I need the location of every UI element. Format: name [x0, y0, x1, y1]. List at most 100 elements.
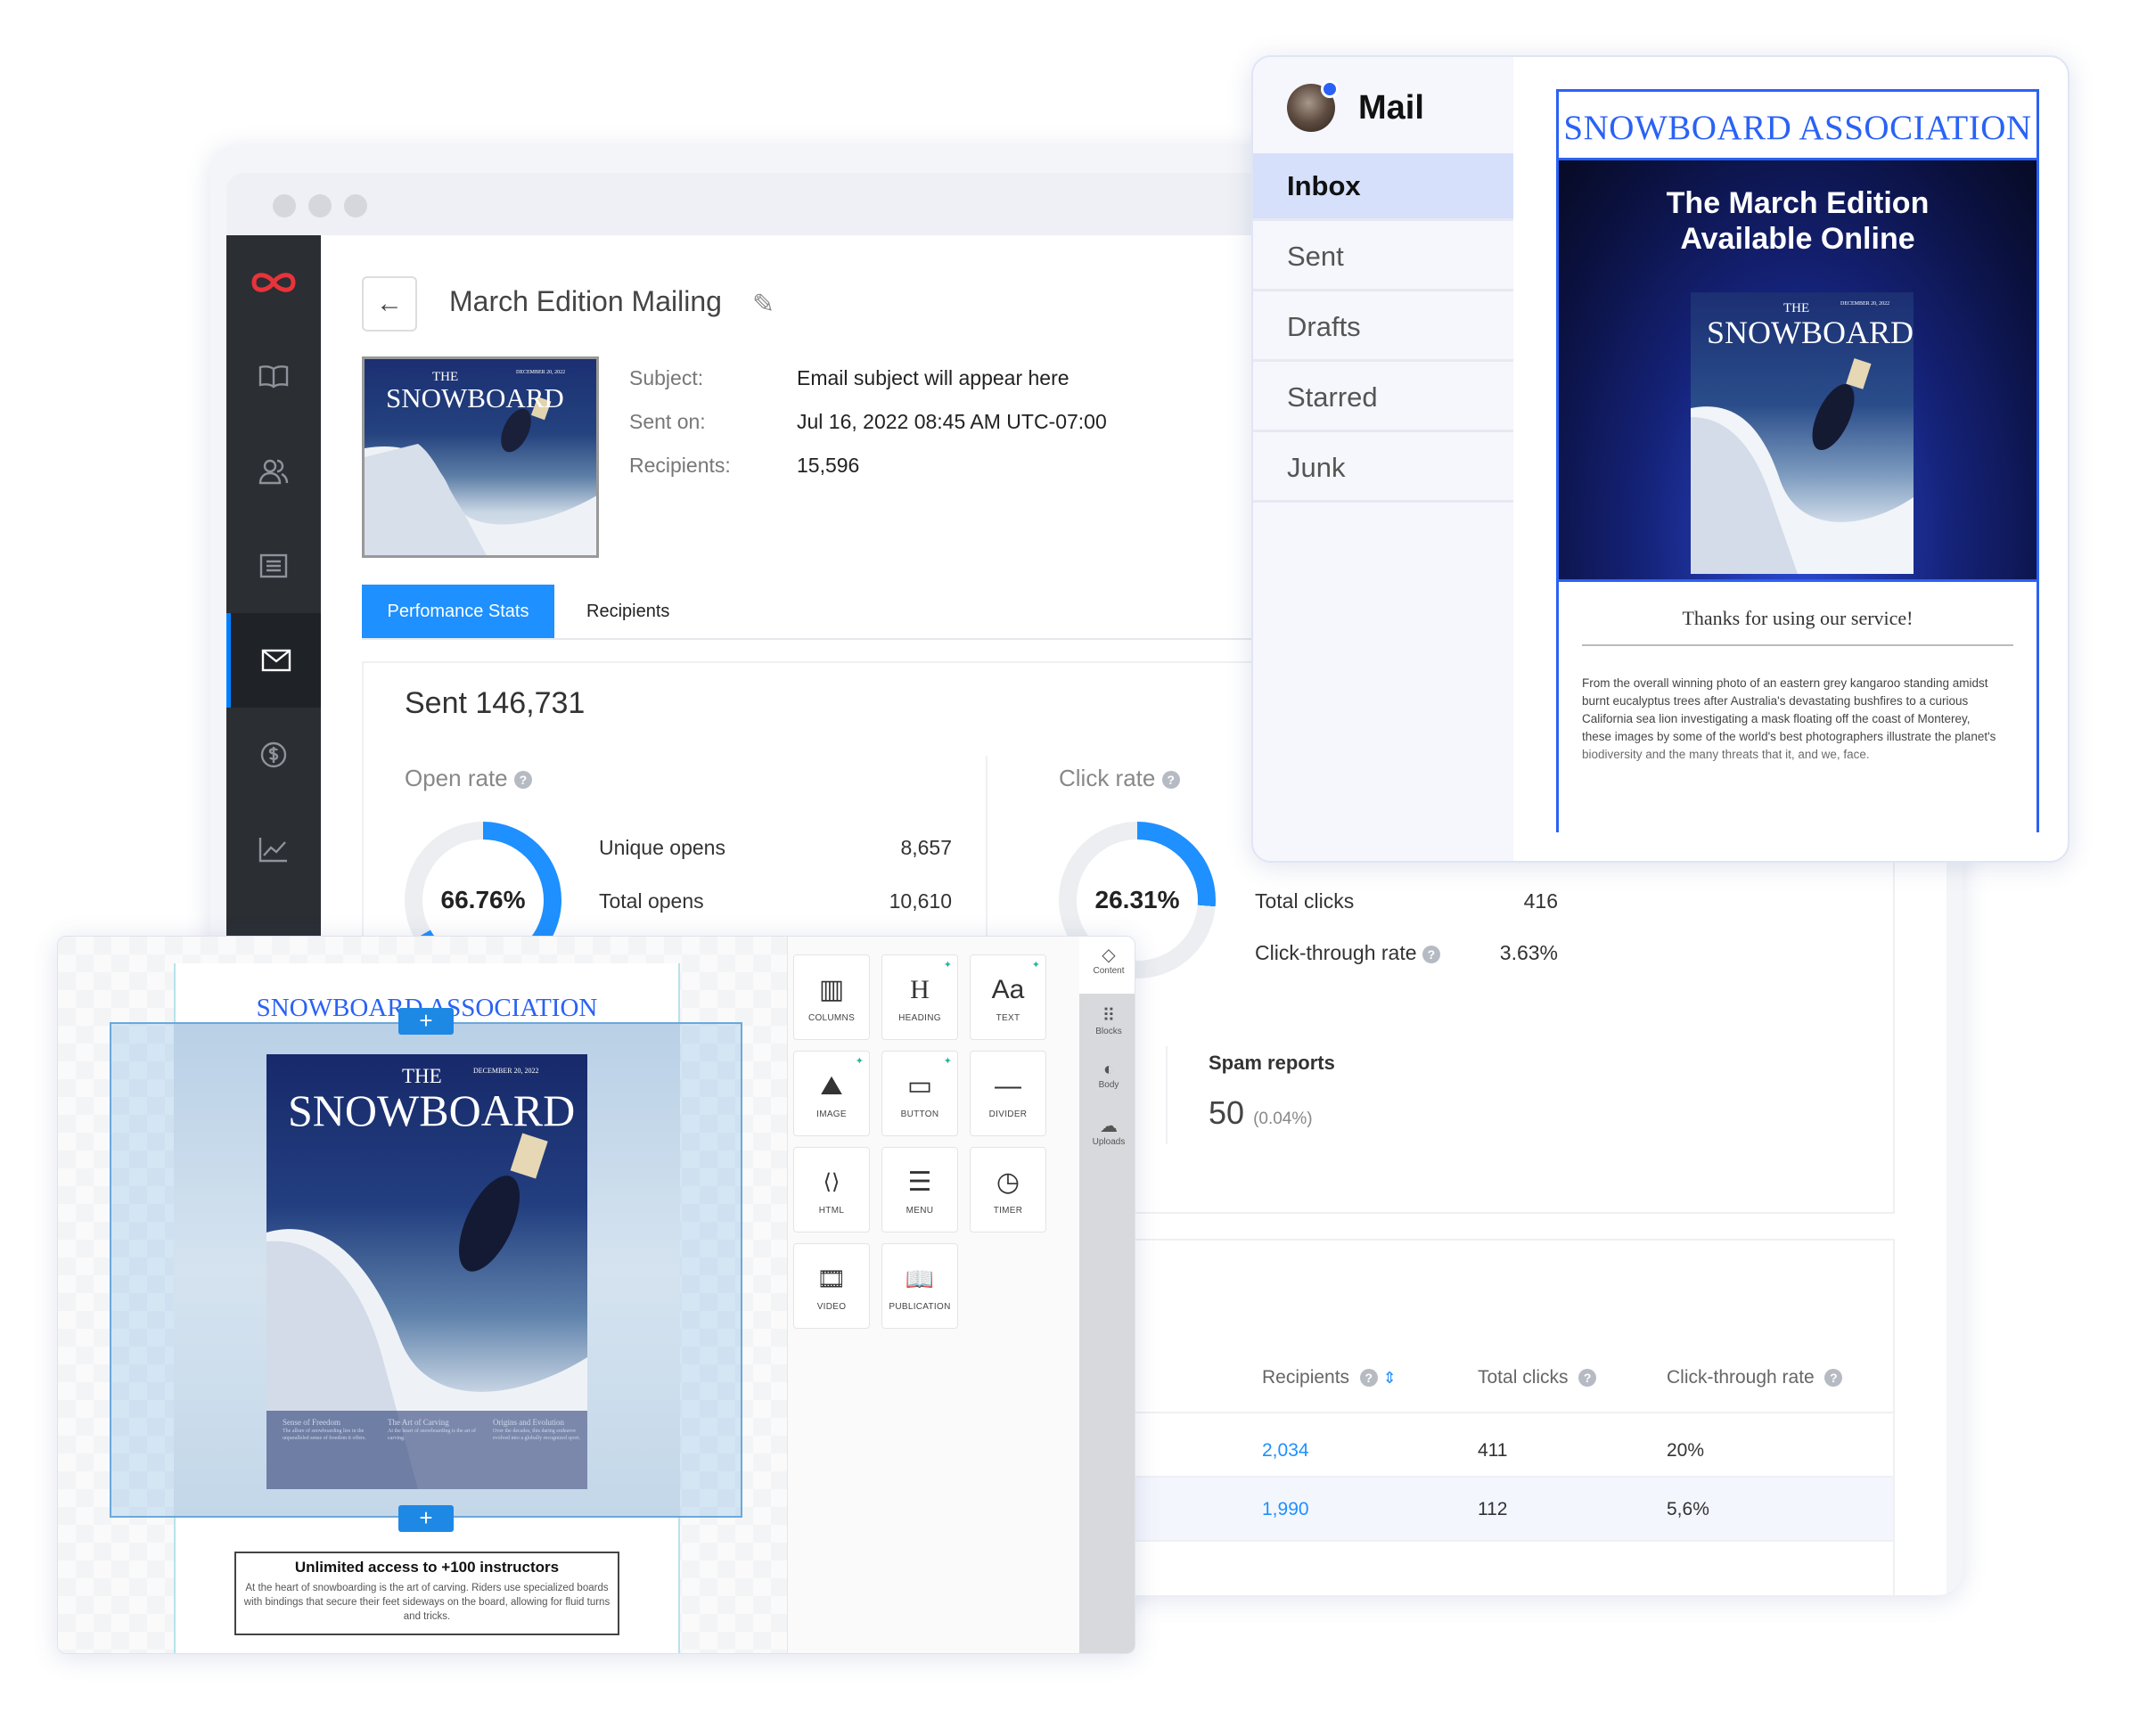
tool-divider[interactable]: — DIVIDER	[970, 1051, 1046, 1136]
help-icon[interactable]: ?	[1824, 1369, 1843, 1388]
stat-value: 3.63%	[1499, 941, 1558, 964]
meta-label: Sent on:	[629, 410, 706, 433]
fade-overlay	[1559, 734, 2037, 832]
upload-icon: ☁	[1100, 1117, 1118, 1136]
content-icon: ◇	[1102, 946, 1116, 965]
dollar-icon[interactable]	[226, 708, 321, 802]
rail-body[interactable]: ◐ Body	[1079, 1054, 1135, 1104]
rail-label: Uploads	[1092, 1137, 1126, 1147]
meta-value: Email subject will appear here	[797, 366, 1070, 389]
edit-icon[interactable]: ✎	[752, 289, 774, 320]
cover-title: SNOWBOARD	[288, 1085, 576, 1135]
open-rate-heading: Open rate ?	[405, 765, 532, 792]
tool-video[interactable]: 🎞 VIDEO	[793, 1243, 870, 1329]
add-row-button[interactable]: +	[398, 1008, 454, 1035]
users-icon[interactable]	[226, 424, 321, 519]
tool-menu[interactable]: ☰ MENU	[881, 1147, 958, 1232]
tab-recipients[interactable]: Recipients	[586, 585, 669, 638]
stat-label: Total clicks	[1255, 889, 1355, 913]
page-title: March Edition Mailing	[449, 285, 722, 317]
table-cell-link[interactable]: 2,034	[1262, 1440, 1309, 1462]
cover-caption: Sense of Freedom The allure of snowboardi…	[283, 1418, 372, 1442]
video-icon: 🎞	[816, 1265, 847, 1292]
ai-sparkle-icon: ✦	[855, 1056, 864, 1067]
timer-icon: ◷	[996, 1167, 1020, 1197]
add-row-button[interactable]: +	[398, 1505, 454, 1532]
tool-label: HEADING	[898, 1012, 941, 1023]
tool-publication[interactable]: 📖 PUBLICATION	[881, 1243, 958, 1329]
ai-sparkle-icon: ✦	[943, 1056, 952, 1067]
publication-icon: 📖	[905, 1265, 935, 1292]
stat-label-with-help: Click-through rate ?	[1255, 941, 1440, 965]
editor-rail: ◇ Content ⠿ Blocks ◐ Body ☁ Uploads	[1079, 937, 1135, 1653]
mail-icon[interactable]	[226, 613, 321, 708]
list-icon[interactable]	[226, 519, 321, 613]
book-icon[interactable]	[226, 330, 321, 424]
folder-starred[interactable]: Starred	[1253, 364, 1513, 432]
meta-label: Subject:	[629, 366, 704, 389]
columns-icon: ▥	[818, 974, 845, 1004]
blocks-icon: ⠿	[1102, 1006, 1116, 1026]
tool-timer[interactable]: ◷ TIMER	[970, 1147, 1046, 1232]
window-dot[interactable]	[273, 194, 296, 217]
rail-content[interactable]: ◇ Content	[1079, 937, 1135, 994]
spam-count: 50	[1209, 1094, 1245, 1131]
tool-label: IMAGE	[816, 1109, 847, 1119]
text-icon: Aa	[991, 974, 1025, 1004]
caption-text: Over the decades, this daring endeavor e…	[493, 1429, 580, 1441]
tab-performance-stats[interactable]: Perfomance Stats	[362, 585, 554, 638]
folder-sent[interactable]: Sent	[1253, 224, 1513, 291]
tool-text[interactable]: ✦ Aa TEXT	[970, 954, 1046, 1040]
chart-icon[interactable]	[226, 802, 321, 897]
back-button[interactable]: ←	[362, 276, 417, 332]
window-dot[interactable]	[344, 194, 367, 217]
caption-text: The allure of snowboarding lies in the u…	[283, 1429, 366, 1441]
tool-label: DIVIDER	[988, 1109, 1028, 1119]
spam-pct: (0.04%)	[1253, 1110, 1313, 1128]
sort-icon[interactable]: ⇕	[1383, 1369, 1397, 1387]
tool-heading[interactable]: ✦ H HEADING	[881, 954, 958, 1040]
help-icon[interactable]: ?	[1161, 771, 1180, 790]
help-icon[interactable]: ?	[1359, 1369, 1378, 1388]
logo-icon[interactable]	[226, 235, 321, 330]
selected-row[interactable]: THE DECEMBER 20, 2022 SNOWBOARD Sense of…	[110, 1022, 742, 1518]
caption-title: The Art of Carving	[388, 1418, 449, 1427]
tool-columns[interactable]: ▥ COLUMNS	[793, 954, 870, 1040]
rail-uploads[interactable]: ☁ Uploads	[1079, 1110, 1135, 1159]
table-cell: 20%	[1667, 1440, 1705, 1461]
stat-value: 10,610	[889, 889, 952, 913]
cover-caption: Origins and Evolution Over the decades, t…	[493, 1418, 582, 1442]
hero-line: Available Online	[1680, 222, 1915, 256]
cover-image[interactable]: THE DECEMBER 20, 2022 SNOWBOARD Sense of…	[266, 1054, 587, 1489]
help-icon[interactable]: ?	[513, 771, 532, 790]
folder-junk[interactable]: Junk	[1253, 435, 1513, 503]
palette-icon: ◐	[1102, 1060, 1115, 1079]
open-rate-label: Open rate	[405, 765, 508, 791]
column-header-recipients[interactable]: Recipients ? ⇕	[1262, 1367, 1397, 1388]
table-cell-link[interactable]: 1,990	[1262, 1499, 1309, 1520]
cover-date: DECEMBER 20, 2022	[473, 1067, 539, 1075]
rail-blocks[interactable]: ⠿ Blocks	[1079, 999, 1135, 1049]
window-dot[interactable]	[308, 194, 332, 217]
tool-label: PUBLICATION	[889, 1301, 951, 1312]
folder-drafts[interactable]: Drafts	[1253, 294, 1513, 362]
tool-html[interactable]: ⟨⟩ HTML	[793, 1147, 870, 1232]
mail-sidebar: Mail Inbox Sent Drafts Starred Junk	[1253, 57, 1513, 861]
help-icon[interactable]: ?	[1578, 1369, 1597, 1388]
cover-title: SNOWBOARD	[1707, 315, 1914, 350]
tool-label: COLUMNS	[807, 1012, 856, 1023]
folder-inbox[interactable]: Inbox	[1253, 153, 1513, 221]
promo-block[interactable]: Unlimited access to +100 instructors At …	[234, 1552, 619, 1635]
spam-value: 50 (0.04%)	[1209, 1094, 1313, 1132]
tool-image[interactable]: ✦ ⛰ IMAGE	[793, 1051, 870, 1136]
stat-value: 416	[1523, 889, 1558, 913]
tool-button[interactable]: ✦ ▭ BUTTON	[881, 1051, 958, 1136]
menu-icon: ☰	[907, 1167, 932, 1197]
header-label: Total clicks	[1478, 1367, 1569, 1388]
tool-label: VIDEO	[816, 1301, 847, 1312]
thanks-text: Thanks for using our service!	[1682, 607, 1914, 629]
click-rate-label: Click rate	[1059, 765, 1156, 791]
image-icon: ⛰	[820, 1070, 843, 1101]
avatar[interactable]	[1287, 80, 1339, 132]
sent-count: Sent 146,731	[405, 686, 586, 720]
